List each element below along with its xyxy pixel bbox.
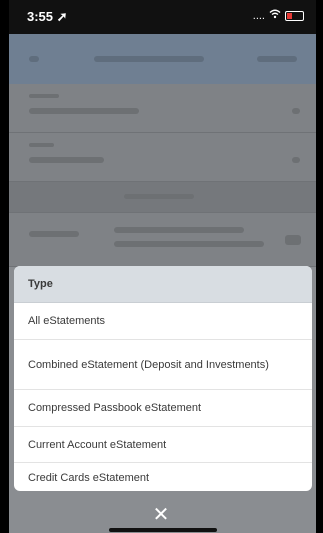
status-time: 3:55 ➚ <box>27 9 68 24</box>
option-credit-cards[interactable]: Credit Cards eStatement <box>14 463 312 491</box>
bg-list-item <box>9 213 316 267</box>
option-all-estatements[interactable]: All eStatements <box>14 303 312 340</box>
home-indicator <box>109 528 217 532</box>
bg-field-type <box>9 133 316 182</box>
type-picker-sheet: Type All eStatements Combined eStatement… <box>14 266 312 491</box>
wifi-icon <box>269 9 281 22</box>
option-current-account[interactable]: Current Account eStatement <box>14 427 312 463</box>
bg-field-account <box>9 84 316 133</box>
battery-low-icon <box>285 10 304 21</box>
option-compressed-passbook[interactable]: Compressed Passbook eStatement <box>14 390 312 427</box>
status-icons: .... <box>253 9 304 22</box>
location-arrow-icon: ➚ <box>56 9 68 24</box>
close-icon[interactable]: ✕ <box>152 505 170 525</box>
signal-dots: .... <box>252 9 265 22</box>
sheet-title: Type <box>14 266 312 303</box>
status-bar: 3:55 ➚ .... <box>9 0 316 34</box>
option-combined-estatement[interactable]: Combined eStatement (Deposit and Investm… <box>14 340 312 390</box>
bg-section-header <box>9 182 316 213</box>
nav-bar-dimmed <box>9 34 316 84</box>
